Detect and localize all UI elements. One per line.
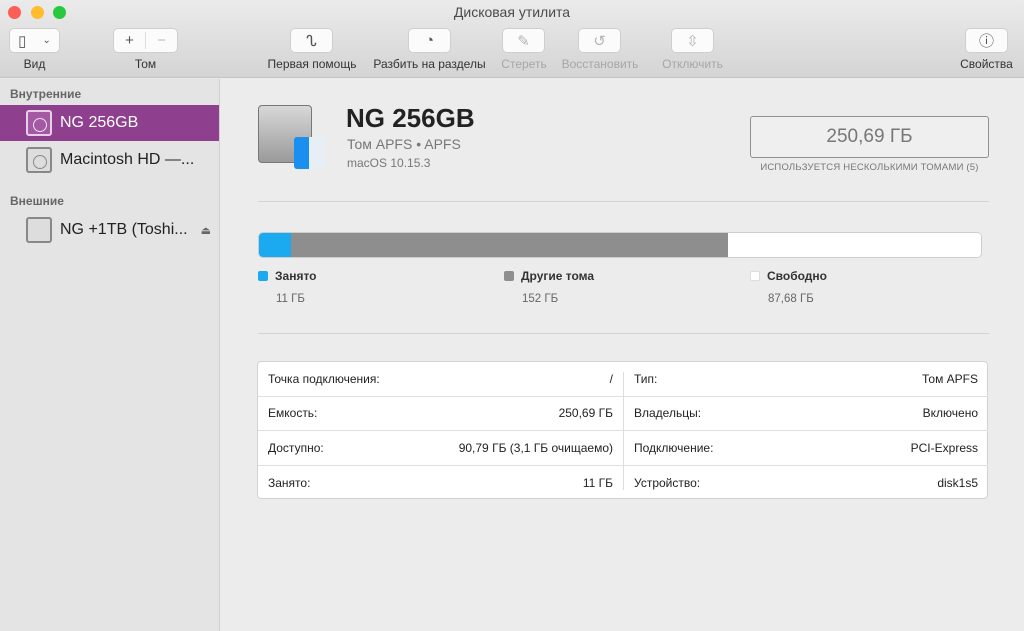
divider	[258, 333, 989, 334]
usage-segment	[728, 233, 981, 257]
info-key: Тип:	[634, 371, 658, 386]
legend-other: Другие тома 152 ГБ	[504, 269, 594, 305]
info-icon: ⓘ	[978, 33, 994, 50]
sidebar-item-macintosh-hd[interactable]: Macintosh HD —...	[0, 142, 219, 178]
partition-button[interactable]: ◔	[408, 28, 451, 53]
sidebar-item-ng-1tb[interactable]: NG +1TB (Toshi... ⏏	[0, 212, 219, 248]
volume-buttons: + −	[113, 28, 178, 53]
internal-disk-icon	[26, 147, 52, 173]
info-value: disk1s5	[937, 475, 978, 490]
pie-chart-icon: ◔	[424, 32, 435, 49]
usage-bar	[258, 232, 982, 258]
sidebar-item-ng-256gb[interactable]: NG 256GB	[0, 105, 219, 141]
info-label: Свойства	[960, 57, 1013, 71]
sidebar-icon: ▯	[18, 32, 27, 50]
external-disk-icon	[26, 217, 52, 243]
info-value: /	[609, 371, 613, 386]
chevron-down-icon: ⌄	[42, 35, 51, 46]
info-row: Доступно: 90,79 ГБ (3,1 ГБ очищаемо)	[258, 431, 623, 466]
restore-icon: ↺	[593, 32, 606, 50]
info-row: Устройство: disk1s5	[624, 466, 988, 501]
erase-label: Стереть	[501, 57, 547, 71]
volume-os: macOS 10.15.3	[347, 156, 431, 170]
info-value: Том APFS	[922, 371, 978, 386]
info-key: Доступно:	[268, 440, 324, 455]
legend-used: Занято 11 ГБ	[258, 269, 317, 305]
volume-name: NG 256GB	[346, 103, 475, 133]
partition-label: Разбить на разделы	[373, 57, 486, 71]
info-row: Тип: Том APFS	[624, 362, 988, 397]
info-value: 11 ГБ	[582, 475, 613, 490]
sidebar-item-label: NG +1TB (Toshi...	[60, 221, 188, 238]
sidebar: Внутренние NG 256GB Macintosh HD —... Вн…	[0, 79, 220, 631]
info-value: PCI-Express	[910, 440, 978, 455]
info-key: Занято:	[268, 475, 311, 490]
used-swatch	[258, 271, 268, 281]
stethoscope-icon: ᔐ	[306, 32, 317, 50]
erase-icon: ✎	[517, 32, 530, 50]
volume-type: Том APFS • APFS	[347, 136, 461, 152]
restore-button[interactable]: ↺	[578, 28, 621, 53]
first-aid-button[interactable]: ᔐ	[290, 28, 333, 53]
info-button[interactable]: ⓘ	[965, 28, 1008, 53]
add-volume-button[interactable]: +	[114, 32, 146, 49]
window-title: Дисковая утилита	[453, 4, 571, 20]
info-row: Владельцы: Включено	[624, 397, 988, 431]
remove-volume-button[interactable]: −	[146, 32, 177, 49]
main-panel: NG 256GB Том APFS • APFS macOS 10.15.3 2…	[221, 79, 1024, 631]
unmount-icon: ⇳	[686, 32, 699, 50]
finder-icon	[294, 137, 324, 169]
divider	[258, 201, 989, 202]
toolbar: Дисковая утилита ▯ ⌄ Вид + − Том ᔐ Первая …	[0, 0, 1024, 78]
info-value: 250,69 ГБ	[558, 406, 613, 421]
info-key: Точка подключения:	[268, 371, 380, 386]
usage-segment	[290, 233, 729, 257]
capacity-note: ИСПОЛЬЗУЕТСЯ НЕСКОЛЬКИМИ ТОМАМИ (5)	[760, 162, 979, 173]
info-row: Емкость: 250,69 ГБ	[258, 397, 623, 431]
info-key: Подключение:	[634, 440, 714, 455]
erase-button[interactable]: ✎	[502, 28, 545, 53]
info-table: Точка подключения: / Емкость: 250,69 ГБ Дост…	[257, 361, 988, 499]
info-value: 90,79 ГБ (3,1 ГБ очищаемо)	[458, 440, 613, 455]
volume-label: Том	[134, 57, 157, 71]
internal-disk-icon	[26, 110, 52, 136]
sidebar-item-label: Macintosh HD —...	[60, 151, 195, 168]
capacity-box: 250,69 ГБ	[750, 116, 989, 158]
legend-free: Свободно 87,68 ГБ	[750, 269, 827, 305]
other-swatch	[504, 271, 514, 281]
sidebar-item-label: NG 256GB	[60, 114, 139, 131]
view-label: Вид	[23, 57, 46, 71]
unmount-label: Отключить	[662, 57, 723, 71]
unmount-button[interactable]: ⇳	[671, 28, 714, 53]
restore-label: Восстановить	[561, 57, 639, 71]
usage-segment	[259, 233, 291, 257]
info-key: Емкость:	[268, 406, 318, 421]
first-aid-label: Первая помощь	[267, 57, 357, 71]
info-row: Точка подключения: /	[258, 362, 623, 397]
info-key: Владельцы:	[634, 406, 702, 421]
view-button[interactable]: ▯ ⌄	[9, 28, 60, 53]
section-external: Внешние	[10, 194, 64, 208]
free-swatch	[750, 271, 760, 281]
info-key: Устройство:	[634, 475, 701, 490]
info-row: Занято: 11 ГБ	[258, 466, 623, 501]
info-value: Включено	[922, 406, 978, 421]
section-internal: Внутренние	[10, 87, 82, 101]
info-row: Подключение: PCI-Express	[624, 431, 988, 466]
eject-icon[interactable]: ⏏	[201, 224, 211, 237]
